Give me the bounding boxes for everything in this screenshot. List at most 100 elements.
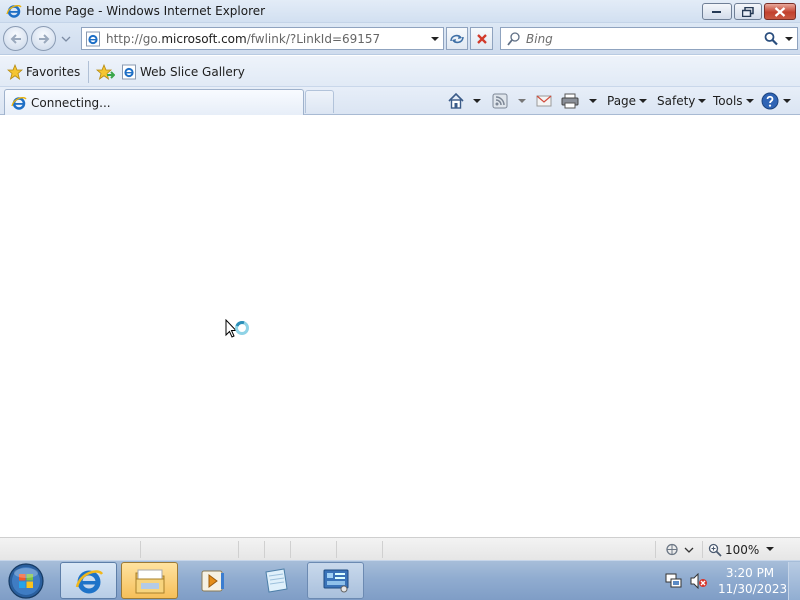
tools-menu[interactable]: Tools [713,90,754,112]
feeds-button[interactable] [492,90,526,112]
page-dropdown-icon [639,99,648,103]
safety-menu[interactable]: Safety [657,90,707,112]
read-mail-button[interactable] [536,90,552,112]
search-placeholder: Bing [526,32,553,46]
zoom-magnifier-icon [708,543,722,557]
page-ie-icon [86,31,100,47]
minimize-button[interactable] [702,3,732,20]
title-bar: Home Page - Windows Internet Explorer [0,0,800,23]
close-icon [774,6,786,17]
taskbar-windows-explorer[interactable] [121,562,178,599]
internet-globe-icon [666,543,694,556]
tab-label: Connecting... [31,96,111,110]
ie-logo-icon [6,5,22,18]
window-title: Home Page - Windows Internet Explorer [26,4,266,18]
home-icon [448,92,464,109]
tools-dropdown-icon [745,99,754,103]
recent-pages-dropdown-icon[interactable] [59,33,73,45]
feeds-dropdown-icon[interactable] [518,99,526,103]
control-panel-icon [323,569,348,592]
taskbar: 3:20 PM 11/30/2023 [0,560,800,600]
web-slice-gallery-label: Web Slice Gallery [140,65,245,79]
close-button[interactable] [764,3,796,20]
help-button[interactable] [761,90,791,112]
address-dropdown-icon[interactable] [430,35,440,43]
feeds-icon [492,93,508,109]
address-url-path: /fwlink/?LinkId=69157 [246,32,381,46]
taskbar-clock[interactable]: 3:20 PM 11/30/2023 [718,565,788,597]
address-url: http://go.microsoft.com/fwlink/?LinkId=6… [106,32,380,46]
status-separator [140,541,141,558]
search-box[interactable]: Bing [500,27,798,50]
forward-arrow-icon [38,33,49,44]
page-menu-label: Page [607,94,637,108]
favorites-star-icon [7,64,23,80]
protected-mode-indicator[interactable] [662,541,698,558]
favorites-label: Favorites [26,65,81,79]
zoom-level-button[interactable]: 100% [708,540,759,559]
status-separator [336,541,337,558]
status-separator [382,541,383,558]
help-dropdown-icon[interactable] [783,99,791,103]
stop-x-icon [476,33,487,44]
address-bar[interactable]: http://go.microsoft.com/fwlink/?LinkId=6… [81,27,444,50]
status-separator [655,541,656,558]
home-dropdown-icon[interactable] [473,99,481,103]
favorites-bar: Favorites Web Slice Gallery [0,56,800,87]
ie-logo-icon [11,97,27,110]
volume-muted-icon[interactable] [690,573,708,589]
compatibility-view-button[interactable] [446,27,468,50]
favorites-separator [88,61,89,83]
restore-button[interactable] [734,3,762,20]
status-bar: 100% [0,537,800,560]
print-button[interactable] [561,90,597,112]
forward-button[interactable] [31,26,56,51]
page-menu[interactable]: Page [607,90,648,112]
status-separator [264,541,265,558]
navigation-bar: http://go.microsoft.com/fwlink/?LinkId=6… [0,23,800,55]
back-button[interactable] [3,26,28,51]
media-player-icon [201,570,224,591]
bing-search-icon [507,32,520,46]
notepad-icon [264,567,288,593]
tab-active[interactable]: Connecting... [4,89,304,115]
home-button[interactable] [447,90,481,112]
ie-window: Home Page - Windows Internet Explorer ht… [0,0,800,560]
tools-menu-label: Tools [713,94,743,108]
search-options-dropdown-icon[interactable] [784,35,794,43]
compatibility-view-icon [450,34,464,43]
show-desktop-button[interactable] [788,562,800,600]
taskbar-notepad[interactable] [246,562,303,599]
clock-time: 3:20 PM [725,566,775,580]
new-tab-button[interactable] [305,90,334,113]
back-arrow-icon [10,33,21,44]
taskbar-media-player[interactable] [184,562,241,599]
network-icon[interactable] [665,573,683,589]
page-ie-icon [122,64,136,80]
help-icon [761,92,779,110]
add-to-favorites-bar-icon[interactable] [95,62,115,82]
folder-icon [135,569,164,593]
mail-icon [536,95,552,107]
minimize-icon [712,10,721,13]
busy-pointer-icon [225,319,249,338]
printer-icon [561,93,579,109]
web-slice-gallery-link[interactable]: Web Slice Gallery [120,61,245,83]
safety-menu-label: Safety [657,94,696,108]
search-go-icon[interactable] [763,31,779,47]
safety-dropdown-icon [698,99,707,103]
taskbar-control-panel[interactable] [307,562,364,599]
status-separator [238,541,239,558]
tab-row: Connecting... Page Safety Tools [0,87,800,115]
clock-date: 11/30/2023 [718,582,788,596]
taskbar-internet-explorer[interactable] [60,562,117,599]
favorites-button[interactable]: Favorites [4,61,84,83]
print-dropdown-icon[interactable] [589,99,597,103]
start-button[interactable] [6,562,46,600]
ie-logo-icon [75,569,103,593]
status-separator [290,541,291,558]
page-content[interactable] [0,116,800,537]
restore-icon [742,6,754,17]
stop-button[interactable] [470,27,493,50]
zoom-dropdown-icon[interactable] [766,547,774,551]
